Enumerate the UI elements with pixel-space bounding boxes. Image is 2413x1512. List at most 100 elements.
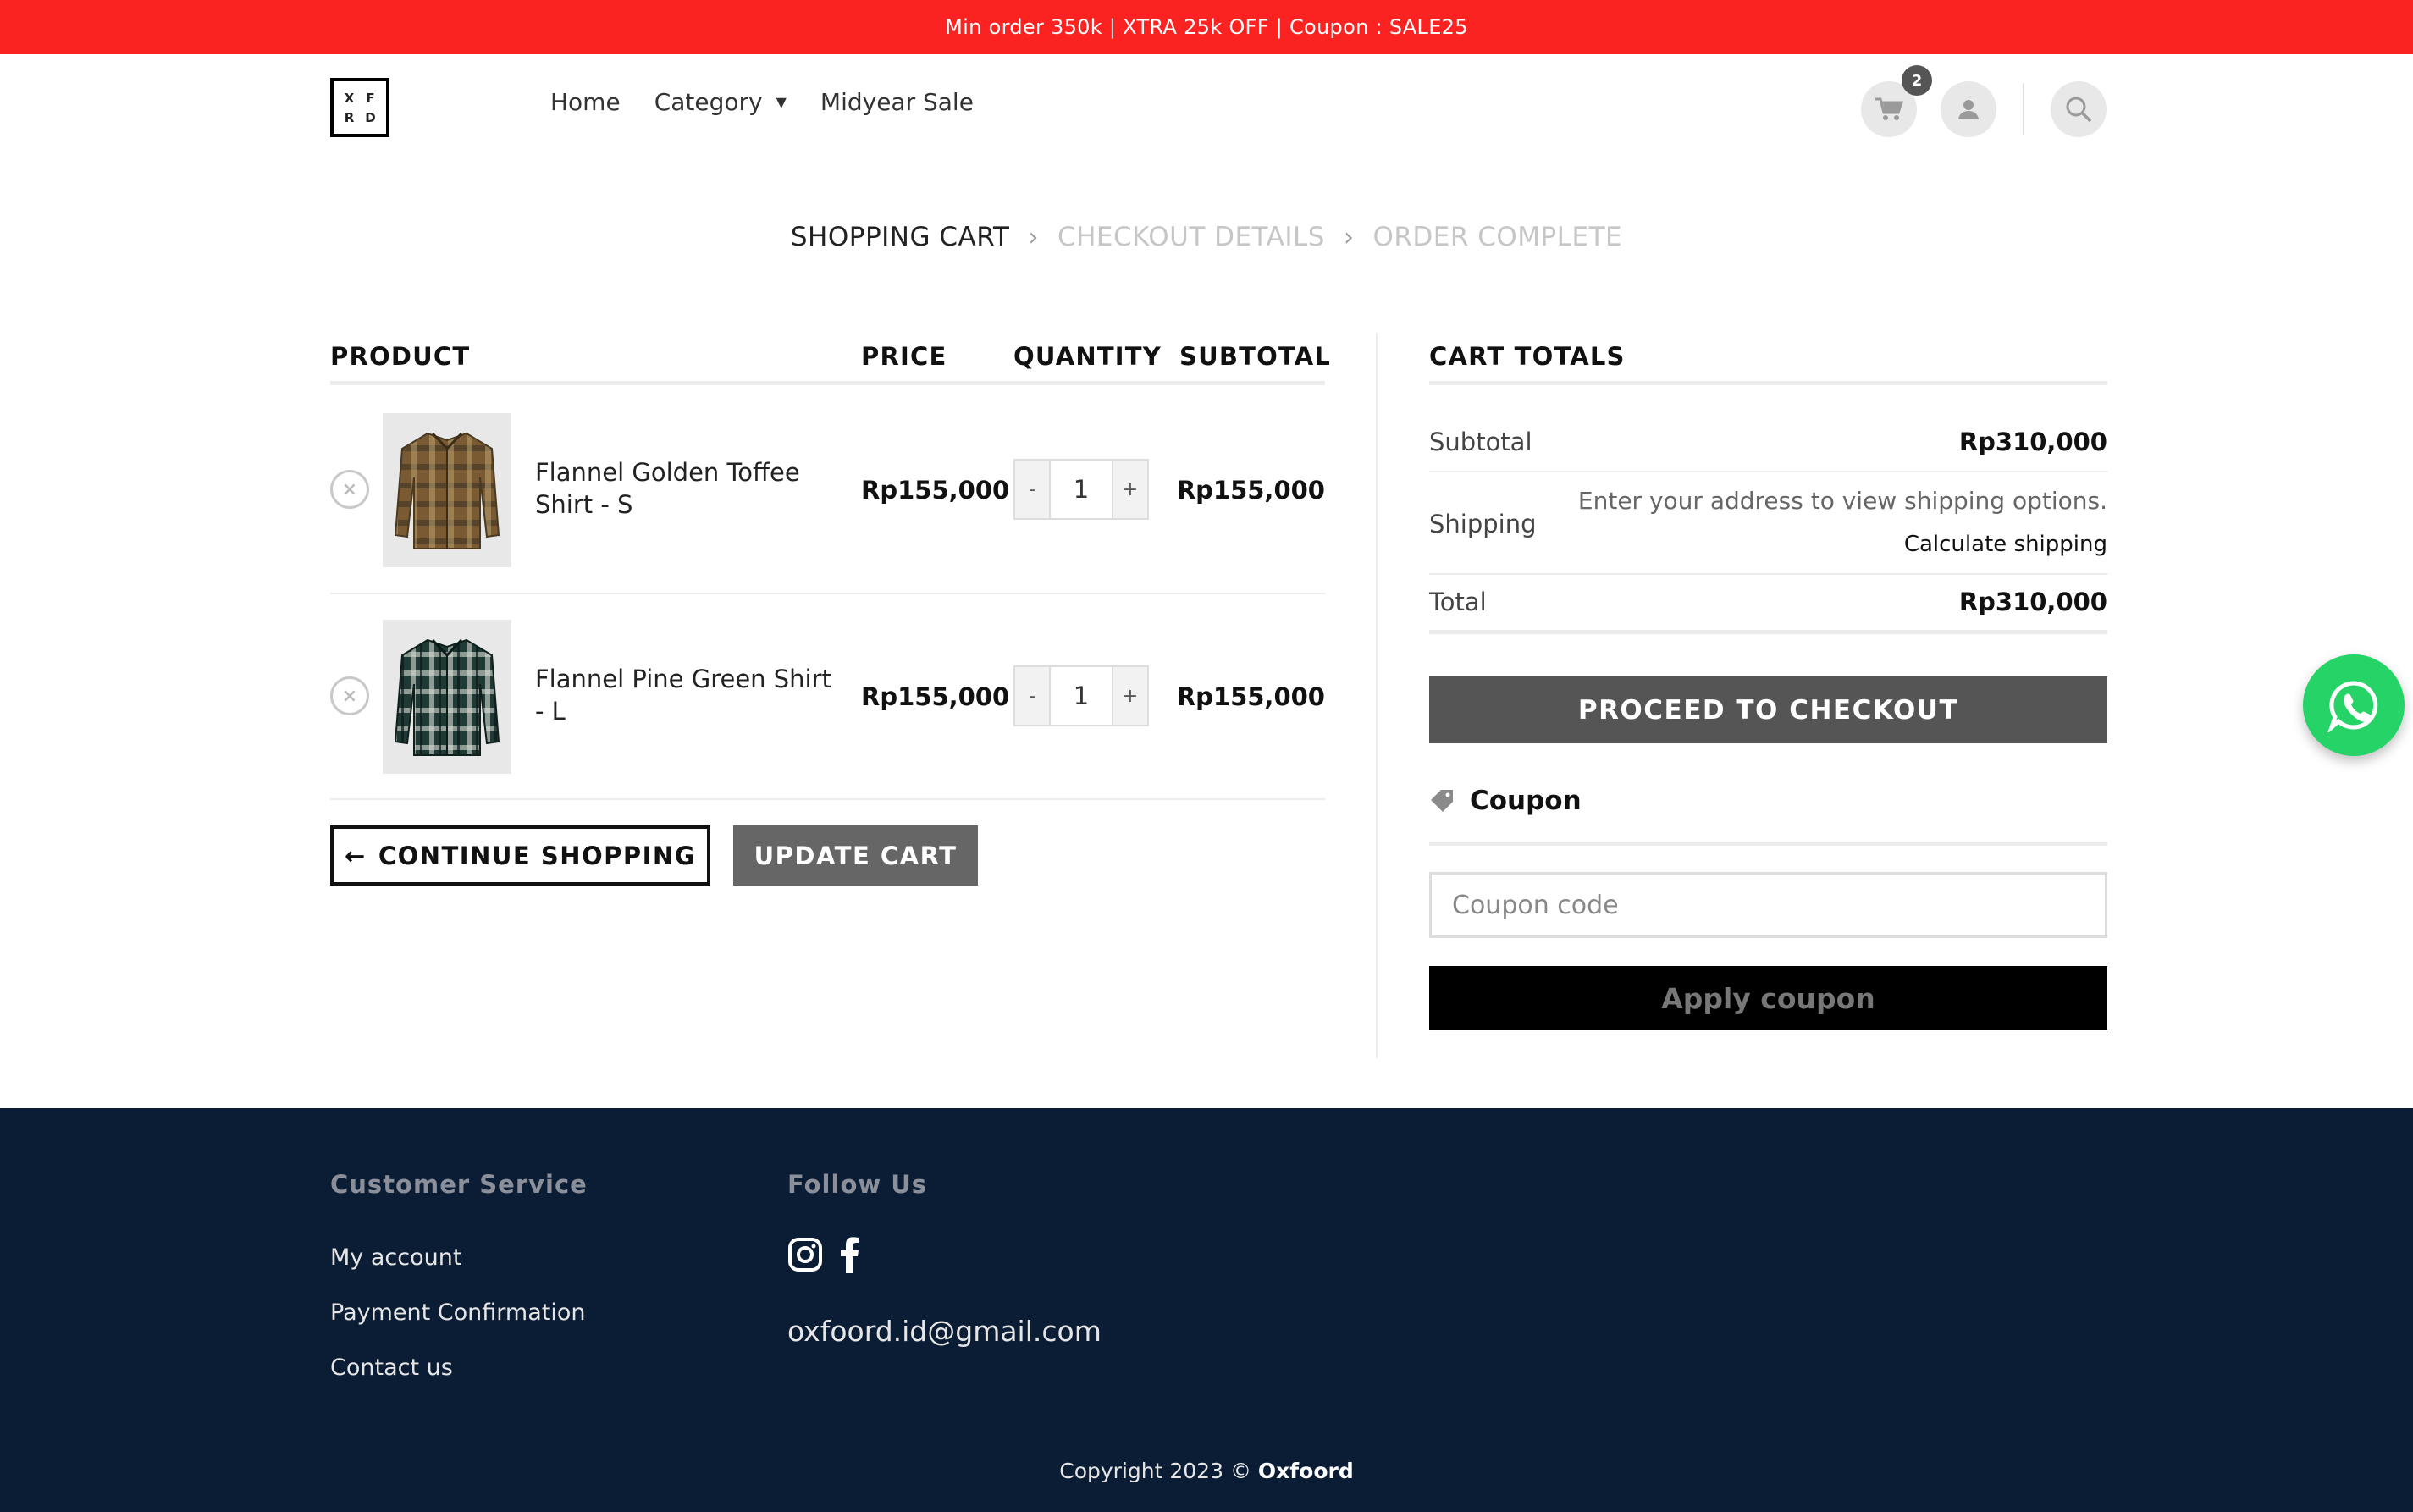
row-divider (330, 798, 1325, 800)
nav-category[interactable]: Category ▼ (654, 88, 787, 116)
line-subtotal: Rp155,000 (1176, 682, 1325, 711)
coupon-title: Coupon (1470, 786, 1582, 816)
footer-link-contact-us[interactable]: Contact us (330, 1355, 453, 1381)
header-divider (2023, 83, 2024, 135)
user-icon (1958, 100, 1979, 119)
shipping-label: Shipping (1429, 510, 1537, 538)
product-name-link[interactable]: Flannel Golden Toffee Shirt - S (535, 456, 840, 521)
search-button[interactable] (2051, 81, 2107, 137)
close-icon: × (341, 478, 358, 500)
footer-link-my-account[interactable]: My account (330, 1244, 461, 1271)
nav-category-label: Category (654, 88, 763, 116)
quantity-input[interactable]: 1 (1049, 667, 1113, 725)
logo-letter: D (365, 109, 376, 125)
column-header-price: PRICE (861, 342, 947, 371)
subtotal-value: Rp310,000 (1958, 428, 2107, 456)
totals-header-divider (1429, 381, 2107, 385)
proceed-to-checkout-button[interactable]: PROCEED TO CHECKOUT (1429, 676, 2107, 743)
update-cart-button[interactable]: UPDATE CART (733, 825, 978, 886)
calculate-shipping-link[interactable]: Calculate shipping (1904, 532, 2107, 557)
logo-letter: R (344, 109, 355, 125)
promo-bar: Min order 350k | XTRA 25k OFF | Coupon :… (0, 0, 2413, 54)
apply-coupon-button[interactable]: Apply coupon (1429, 966, 2107, 1030)
nav-midyear-sale[interactable]: Midyear Sale (820, 88, 974, 116)
cart-count-badge: 2 (1902, 65, 1932, 96)
product-name-line: Flannel Pine Green Shirt (535, 665, 831, 693)
brand-link[interactable]: Oxfoord (1258, 1459, 1354, 1483)
cart-item-row: × Flannel Golden Toffee Shirt - S Rp155,… (330, 387, 1325, 593)
quantity-stepper: - 1 + (1013, 459, 1149, 520)
line-subtotal: Rp155,000 (1176, 476, 1325, 505)
chevron-right-icon: › (1343, 222, 1355, 252)
product-thumbnail[interactable] (383, 620, 511, 774)
account-button[interactable] (1941, 81, 1996, 137)
continue-shopping-button[interactable]: ← CONTINUE SHOPPING (330, 825, 710, 886)
totals-footer-divider (1429, 630, 2107, 634)
remove-item-button[interactable]: × (330, 470, 369, 509)
arrow-left-icon: ← (345, 841, 367, 870)
coupon-divider (1429, 842, 2107, 846)
shirt-image (394, 638, 500, 756)
nav-home-label: Home (550, 88, 621, 116)
close-icon: × (341, 685, 358, 707)
quantity-decrease-button[interactable]: - (1015, 461, 1049, 518)
search-icon (2066, 97, 2091, 122)
copyright-text: Copyright 2023 © Oxfoord (0, 1459, 2413, 1483)
nav-home[interactable]: Home (550, 88, 621, 116)
step-shopping-cart[interactable]: SHOPPING CART (791, 222, 1010, 252)
remove-item-button[interactable]: × (330, 676, 369, 715)
site-logo[interactable]: X F R D (330, 78, 389, 137)
product-name-line: - L (535, 697, 566, 726)
copyright-prefix: Copyright 2023 © (1059, 1459, 1258, 1483)
product-name-line: Flannel Golden Toffee (535, 458, 800, 487)
product-name-link[interactable]: Flannel Pine Green Shirt - L (535, 663, 840, 727)
product-thumbnail[interactable] (383, 413, 511, 567)
logo-letter: F (366, 90, 375, 106)
column-header-subtotal: SUBTOTAL (1179, 342, 1332, 371)
column-divider (1376, 333, 1378, 1058)
step-order-complete: ORDER COMPLETE (1372, 222, 1623, 252)
footer-follow-title: Follow Us (787, 1170, 928, 1199)
column-header-product: PRODUCT (330, 342, 471, 371)
total-label: Total (1429, 588, 1487, 616)
quantity-stepper: - 1 + (1013, 665, 1149, 726)
subtotal-label: Subtotal (1429, 428, 1532, 456)
facebook-icon[interactable] (840, 1236, 860, 1273)
step-checkout-details[interactable]: CHECKOUT DETAILS (1057, 222, 1325, 252)
product-name-line: Shirt - S (535, 490, 633, 519)
product-price: Rp155,000 (861, 682, 1010, 711)
chevron-right-icon: › (1028, 222, 1039, 252)
total-value: Rp310,000 (1958, 588, 2107, 616)
main-nav: Home Category ▼ Midyear Sale (550, 88, 1008, 116)
cart-icon (1875, 97, 1903, 120)
footer-email-link[interactable]: oxfoord.id@gmail.com (787, 1315, 1102, 1348)
cart-totals-title: CART TOTALS (1429, 342, 1626, 371)
product-price: Rp155,000 (861, 476, 1010, 505)
site-header: X F R D Home Category ▼ Midyear Sale 2 (0, 54, 2413, 163)
coupon-heading: Coupon (1429, 786, 1582, 816)
quantity-decrease-button[interactable]: - (1015, 667, 1049, 725)
column-header-quantity: QUANTITY (1013, 342, 1162, 371)
quantity-increase-button[interactable]: + (1113, 461, 1147, 518)
shipping-info: Enter your address to view shipping opti… (1577, 487, 2107, 515)
instagram-icon[interactable] (787, 1237, 823, 1272)
social-links (787, 1236, 860, 1273)
cart-item-row: × Flannel Pine Green Shirt - L Rp155,000… (330, 593, 1325, 800)
totals-row-divider (1429, 573, 2107, 575)
whatsapp-icon (2327, 681, 2378, 732)
chevron-down-icon: ▼ (776, 94, 787, 110)
shirt-image (394, 432, 500, 549)
nav-midyear-sale-label: Midyear Sale (820, 88, 974, 116)
footer-link-payment-confirmation[interactable]: Payment Confirmation (330, 1300, 585, 1326)
promo-text: Min order 350k | XTRA 25k OFF | Coupon :… (945, 15, 1468, 39)
footer-customer-service-title: Customer Service (330, 1170, 588, 1199)
logo-letter: X (344, 90, 355, 106)
quantity-input[interactable]: 1 (1049, 461, 1113, 518)
tag-icon (1431, 790, 1453, 812)
coupon-code-input[interactable] (1429, 872, 2107, 938)
table-header-divider (330, 381, 1325, 385)
quantity-increase-button[interactable]: + (1113, 667, 1147, 725)
checkout-steps: SHOPPING CART › CHECKOUT DETAILS › ORDER… (0, 222, 2413, 252)
continue-shopping-label: CONTINUE SHOPPING (378, 841, 696, 870)
whatsapp-chat-button[interactable] (2303, 654, 2405, 756)
